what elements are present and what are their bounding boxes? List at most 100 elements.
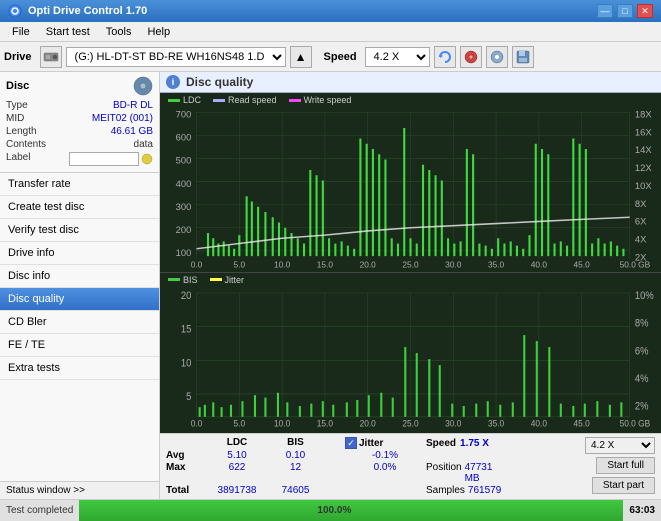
svg-text:35.0: 35.0 xyxy=(488,418,504,429)
jitter-checkbox[interactable] xyxy=(345,437,357,449)
samples-label: Samples xyxy=(426,485,465,496)
svg-text:40.0: 40.0 xyxy=(531,260,548,270)
disc-type-row: Type BD-R DL xyxy=(6,100,153,111)
label-icon xyxy=(141,153,153,165)
menu-file[interactable]: File xyxy=(4,24,38,40)
speed-label: Speed xyxy=(324,51,357,63)
save-button[interactable] xyxy=(512,46,534,68)
svg-text:30.0: 30.0 xyxy=(445,418,461,429)
bottom-chart: 20 15 10 5 10% 8% 6% 4% 2% 0.0 5.0 10.0 … xyxy=(160,287,661,431)
maximize-button[interactable]: □ xyxy=(617,4,633,18)
bis-color xyxy=(168,278,180,281)
max-ldc: 622 xyxy=(207,462,267,484)
controls-column: 4.2 X Start full Start part xyxy=(585,437,655,494)
svg-text:10.0: 10.0 xyxy=(274,418,290,429)
svg-text:400: 400 xyxy=(176,178,192,189)
svg-text:14X: 14X xyxy=(635,144,652,155)
menu-tools[interactable]: Tools xyxy=(98,24,140,40)
speed-header: Speed xyxy=(426,438,456,449)
drive-label: Drive xyxy=(4,51,32,63)
top-chart: 700 600 500 400 300 200 100 18X 16X 14X … xyxy=(160,107,661,270)
svg-text:25.0: 25.0 xyxy=(402,418,418,429)
svg-text:25.0: 25.0 xyxy=(402,260,419,270)
legend-jitter: Jitter xyxy=(210,275,245,285)
window-title: Opti Drive Control 1.70 xyxy=(28,5,147,17)
nav-create-test-disc-label: Create test disc xyxy=(8,201,84,213)
svg-text:45.0: 45.0 xyxy=(574,418,590,429)
progress-bar-fill xyxy=(79,500,623,521)
disc-label-input[interactable] xyxy=(69,152,139,166)
svg-text:15.0: 15.0 xyxy=(317,260,334,270)
svg-text:15.0: 15.0 xyxy=(317,418,333,429)
samples-cell: Samples 761579 xyxy=(426,485,506,496)
progress-time: 63:03 xyxy=(623,505,661,516)
disc-type-value: BD-R DL xyxy=(113,100,153,111)
disc-button[interactable] xyxy=(460,46,482,68)
nav-extra-tests-label: Extra tests xyxy=(8,362,60,374)
nav-disc-quality[interactable]: Disc quality xyxy=(0,288,159,311)
nav-cd-bler[interactable]: CD Bler xyxy=(0,311,159,334)
start-full-button[interactable]: Start full xyxy=(596,457,655,474)
status-window-label: Status window >> xyxy=(6,485,85,496)
status-window-button[interactable]: Status window >> xyxy=(0,481,159,499)
max-bis: 12 xyxy=(268,462,323,484)
max-jitter: 0.0% xyxy=(345,462,425,484)
disc-length-row: Length 46.61 GB xyxy=(6,126,153,137)
nav-disc-info[interactable]: Disc info xyxy=(0,265,159,288)
svg-text:2%: 2% xyxy=(635,401,649,413)
nav-verify-test-disc[interactable]: Verify test disc xyxy=(0,219,159,242)
nav-disc-info-label: Disc info xyxy=(8,270,50,282)
svg-text:18X: 18X xyxy=(635,108,652,119)
avg-bis: 0.10 xyxy=(268,450,323,461)
disc-type-label: Type xyxy=(6,100,28,111)
main-layout: Disc Type BD-R DL MID MEIT02 (001) Lengt… xyxy=(0,72,661,499)
nav-transfer-rate-label: Transfer rate xyxy=(8,178,71,190)
drive-icon xyxy=(40,46,62,68)
menu-start-test[interactable]: Start test xyxy=(38,24,98,40)
nav-extra-tests[interactable]: Extra tests xyxy=(0,357,159,380)
speed-select[interactable]: 4.2 X xyxy=(365,47,430,67)
tools-button[interactable] xyxy=(486,46,508,68)
svg-text:5.0: 5.0 xyxy=(234,418,246,429)
disc-mid-row: MID MEIT02 (001) xyxy=(6,113,153,124)
legend-bis: BIS xyxy=(168,275,198,285)
stats-empty-header xyxy=(166,437,206,449)
svg-text:6X: 6X xyxy=(635,216,647,227)
right-panel: i Disc quality LDC Read speed xyxy=(160,72,661,499)
disc-quality-title: Disc quality xyxy=(186,75,253,89)
drive-select[interactable]: (G:) HL-DT-ST BD-RE WH16NS48 1.D3 xyxy=(66,47,286,67)
disc-contents-value: data xyxy=(134,139,153,150)
svg-text:5: 5 xyxy=(186,391,192,403)
svg-text:200: 200 xyxy=(176,224,192,235)
minimize-button[interactable]: — xyxy=(597,4,613,18)
nav-menu: Transfer rate Create test disc Verify te… xyxy=(0,173,159,481)
nav-create-test-disc[interactable]: Create test disc xyxy=(0,196,159,219)
svg-text:8X: 8X xyxy=(635,198,647,209)
svg-text:300: 300 xyxy=(176,201,192,212)
position-label: Position xyxy=(426,462,462,484)
refresh-button[interactable] xyxy=(434,46,456,68)
svg-text:700: 700 xyxy=(176,108,192,119)
read-speed-color xyxy=(213,99,225,102)
total-bis: 74605 xyxy=(268,485,323,496)
svg-text:500: 500 xyxy=(176,155,192,166)
start-part-button[interactable]: Start part xyxy=(592,477,655,494)
speed-value-header: 1.75 X xyxy=(460,438,489,449)
close-button[interactable]: ✕ xyxy=(637,4,653,18)
progress-bar-container: Test completed 100.0% 63:03 xyxy=(0,499,661,521)
nav-fe-te[interactable]: FE / TE xyxy=(0,334,159,357)
position-cell: Position 47731 MB xyxy=(426,462,506,484)
nav-transfer-rate[interactable]: Transfer rate xyxy=(0,173,159,196)
progress-percent: 100.0% xyxy=(317,505,351,516)
speed-select-2[interactable]: 4.2 X xyxy=(585,437,655,454)
svg-text:0.0: 0.0 xyxy=(191,418,203,429)
svg-text:100: 100 xyxy=(176,247,192,258)
ldc-color xyxy=(168,99,180,102)
bottom-legend: BIS Jitter xyxy=(160,273,661,287)
nav-drive-info[interactable]: Drive info xyxy=(0,242,159,265)
eject-button[interactable]: ▲ xyxy=(290,46,312,68)
avg-ldc: 5.10 xyxy=(207,450,267,461)
speed-header-cell: Speed 1.75 X xyxy=(426,437,506,449)
jitter-header-cell: Jitter xyxy=(345,437,425,449)
menu-help[interactable]: Help xyxy=(139,24,178,40)
